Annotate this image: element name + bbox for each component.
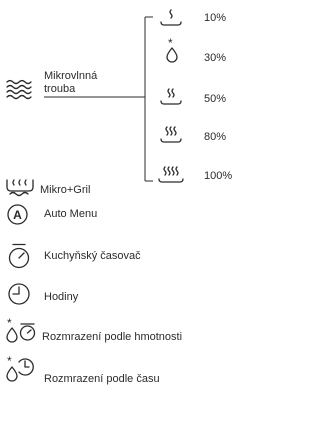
power-level-2-percent: 30%	[204, 52, 227, 64]
power-level-4-percent: 80%	[204, 131, 227, 143]
mode-label-auto-menu: Auto Menu	[44, 208, 98, 220]
microwave-power-1-icon	[160, 9, 182, 26]
mode-label-clock: Hodiny	[44, 291, 79, 303]
mode-label-defrost-weight: Rozmrazení podle hmotnosti	[42, 331, 183, 343]
droplet-snowflake-icon: *	[166, 36, 178, 63]
mode-label-kitchen-timer: Kuchyňský časovač	[44, 250, 141, 262]
mode-label-micro-grill: Mikro+Gril	[40, 184, 91, 196]
svg-text:A: A	[13, 208, 22, 222]
mode-label-defrost-time: Rozmrazení podle času	[44, 373, 160, 385]
power-level-1-percent: 10%	[204, 12, 227, 24]
svg-text:*: *	[7, 354, 12, 368]
power-level-3-percent: 50%	[204, 93, 227, 105]
kitchen-timer-icon	[8, 243, 30, 269]
microwave-power-4-icon	[158, 166, 184, 183]
defrost-by-time-icon: *	[6, 354, 34, 382]
power-level-5-percent: 100%	[204, 170, 233, 182]
microwave-power-2-icon	[160, 88, 182, 105]
auto-menu-icon: A	[7, 204, 28, 225]
defrost-by-weight-icon: *	[6, 316, 36, 343]
microwave-power-3-icon	[160, 126, 182, 143]
micro-grill-icon	[6, 179, 34, 197]
clock-icon	[8, 283, 30, 305]
